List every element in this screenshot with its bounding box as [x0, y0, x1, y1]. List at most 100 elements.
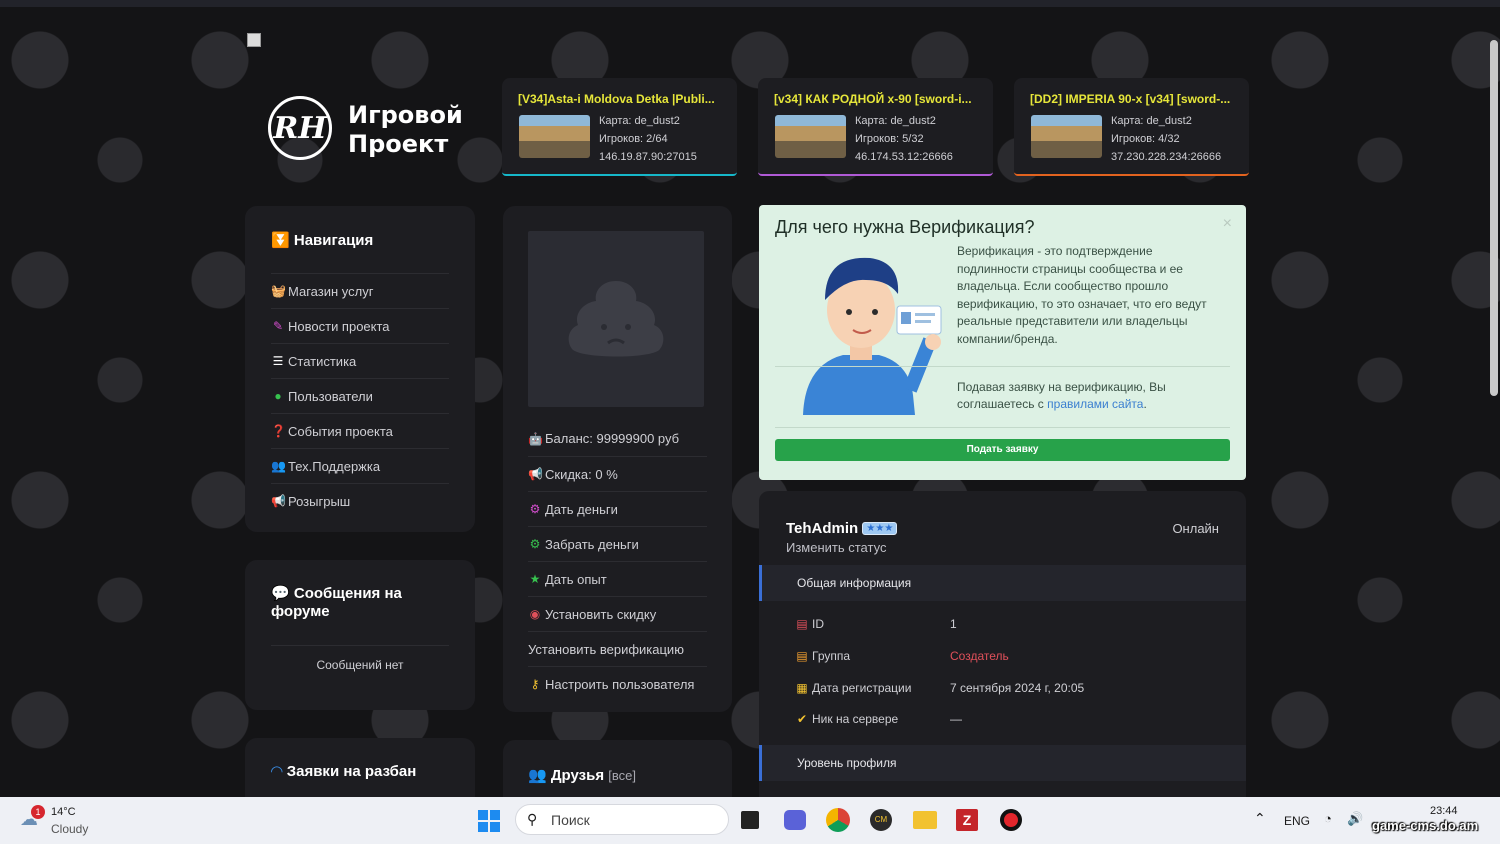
server-name[interactable]: [DD2] IMPERIA 90-x [v34] [sword-...: [1030, 92, 1233, 106]
nav-item-shop[interactable]: 🧺 Магазин услуг: [271, 273, 449, 308]
volume-icon[interactable]: 🔊: [1347, 811, 1363, 827]
server-name[interactable]: [v34] КАК РОДНОЙ x-90 [sword-i...: [774, 92, 977, 106]
basket-icon: 🧺: [271, 284, 286, 298]
record-icon[interactable]: [1000, 809, 1022, 831]
avatar-placeholder-icon: [568, 281, 664, 357]
calendar-icon: ▦: [796, 681, 808, 695]
weather-badge: 1: [31, 805, 45, 819]
divider: [775, 427, 1230, 428]
close-icon[interactable]: ×: [1223, 215, 1232, 233]
browser-top-strip: [0, 0, 1500, 7]
file-explorer-icon[interactable]: [913, 811, 937, 829]
nav-item-stats[interactable]: ☰ Статистика: [271, 343, 449, 378]
watermark: game-cms.do.am: [1372, 818, 1479, 833]
balance: 🤖 Баланс: 99999900 руб: [528, 431, 680, 446]
id-card-icon: ▤: [796, 617, 808, 631]
filezilla-icon[interactable]: Z: [956, 809, 978, 831]
windows-taskbar: ☁ 1 14°C Cloudy ⚲ Поиск CM Z ⌃ ENG ◔ 🔊 2…: [0, 797, 1500, 844]
megaphone-icon: 📢: [528, 467, 543, 481]
server-info: Карта: de_dust2 Игроков: 5/32 46.174.53.12…: [855, 115, 953, 163]
language-indicator[interactable]: ENG: [1284, 814, 1310, 828]
general-info-header[interactable]: Общая информация: [759, 565, 1246, 601]
users-icon: 👥: [528, 767, 547, 784]
friends-title: 👥 Друзья [все]: [528, 767, 636, 784]
star-icon: ★: [529, 572, 541, 586]
logo-mark: RH: [268, 96, 332, 160]
cm-app-icon[interactable]: CM: [870, 809, 892, 831]
navigation-panel: ⏬ Навигация 🧺 Магазин услуг ✎ Новости прое…: [245, 206, 475, 532]
chat-icon[interactable]: [784, 810, 806, 830]
profile-level-header[interactable]: Уровень профиля: [759, 745, 1246, 781]
site-logo[interactable]: RH Игровой Проект: [268, 96, 468, 166]
set-discount-link[interactable]: ◉ Установить скидку: [528, 596, 707, 631]
verification-illustration: [803, 257, 942, 415]
page-background: [0, 0, 1500, 797]
check-circle-icon: ✔: [796, 712, 808, 726]
question-icon: ❓: [271, 424, 286, 438]
navigation-title: ⏬ Навигация: [271, 232, 374, 249]
server-card[interactable]: [v34] КАК РОДНОЙ x-90 [sword-i... Карта:…: [758, 78, 993, 176]
rss-icon: ◠: [271, 763, 283, 780]
android-icon: 🤖: [528, 431, 543, 446]
admin-menu: 🤖 Баланс: 99999900 руб 📢 Скидка: 0 % ⚙ Дать…: [528, 421, 707, 701]
group-value: Создатель: [950, 649, 1009, 663]
forum-panel: 💬 Сообщения на форуме Сообщений нет: [245, 560, 475, 710]
list-icon: ☰: [272, 354, 284, 368]
profile-name: TehAdmin ★★★: [786, 520, 898, 537]
info-row-group: ▤ Группа Создатель: [796, 649, 1009, 663]
gear-icon: ⚙: [529, 537, 541, 551]
friends-all-link[interactable]: [все]: [608, 768, 636, 783]
server-name[interactable]: [V34]Asta-i Moldova Detka |Publi...: [518, 92, 721, 106]
submit-request-button[interactable]: Подать заявку: [775, 439, 1230, 461]
info-row-registered: ▦ Дата регистрации 7 сентября 2024 г, 20:0…: [796, 681, 1085, 695]
megaphone-icon: 📢: [271, 494, 286, 508]
server-card[interactable]: [V34]Asta-i Moldova Detka |Publi... Карт…: [502, 78, 737, 176]
magic-wand-icon: ✎: [272, 319, 284, 333]
nav-item-giveaway[interactable]: 📢 Розыгрыш: [271, 483, 449, 518]
verification-title: Для чего нужна Верификация?: [775, 217, 1035, 237]
chevrons-down-icon: ⏬: [271, 232, 290, 249]
map-thumbnail: [1031, 115, 1102, 158]
taskbar-search[interactable]: ⚲ Поиск: [515, 804, 729, 835]
info-row-id: ▤ ID 1: [796, 617, 957, 631]
divider: [775, 366, 1230, 367]
set-verification-link[interactable]: Установить верификацию: [528, 631, 707, 666]
site-rules-link[interactable]: правилами сайта: [1047, 397, 1143, 411]
weather-desc[interactable]: Cloudy: [51, 822, 88, 836]
navigation-list: 🧺 Магазин услуг ✎ Новости проекта ☰ Статист…: [271, 273, 449, 518]
forum-title: 💬 Сообщения на форуме: [271, 585, 402, 620]
verification-text: Верификация - это подтверждение подлинно…: [957, 244, 1207, 346]
user-actions-panel: 🤖 Баланс: 99999900 руб 📢 Скидка: 0 % ⚙ Дать…: [503, 206, 732, 712]
chevron-up-icon[interactable]: ⌃: [1254, 810, 1266, 827]
weather-temp[interactable]: 14°C: [51, 806, 76, 818]
comments-icon: 💬: [271, 585, 290, 602]
give-exp-link[interactable]: ★ Дать опыт: [528, 561, 707, 596]
forum-empty: Сообщений нет: [271, 645, 449, 672]
verification-agreement: Подавая заявку на верификацию, Вы соглаш…: [957, 380, 1166, 411]
nav-item-news[interactable]: ✎ Новости проекта: [271, 308, 449, 343]
nav-item-events[interactable]: ❓ События проекта: [271, 413, 449, 448]
give-money-link[interactable]: ⚙ Дать деньги: [528, 491, 707, 526]
online-status: Онлайн: [1172, 521, 1219, 536]
clock-time[interactable]: 23:44: [1430, 805, 1458, 817]
avatar[interactable]: [528, 231, 704, 407]
configure-user-link[interactable]: ⚷ Настроить пользователя: [528, 666, 707, 701]
wifi-icon[interactable]: ◔: [1324, 811, 1332, 826]
server-info: Карта: de_dust2 Игроков: 4/32 37.230.228.2…: [1111, 115, 1222, 163]
users-icon: 👥: [271, 459, 286, 473]
gear-icon: ⚙: [529, 502, 541, 516]
server-info: Карта: de_dust2 Игроков: 2/64 146.19.87.90…: [599, 115, 697, 163]
chrome-icon[interactable]: [826, 808, 850, 832]
change-status-link[interactable]: Изменить статус: [786, 540, 886, 555]
key-icon: ⚷: [530, 677, 540, 691]
page-scrollbar[interactable]: [1490, 40, 1498, 396]
unban-requests-title: ◠ Заявки на разбан: [271, 763, 417, 780]
nav-item-support[interactable]: 👥 Тех.Поддержка: [271, 448, 449, 483]
map-thumbnail: [775, 115, 846, 158]
task-view-icon[interactable]: [741, 811, 759, 829]
nav-item-users[interactable]: ● Пользователи: [271, 378, 449, 413]
server-card[interactable]: [DD2] IMPERIA 90-x [v34] [sword-... Карт…: [1014, 78, 1249, 176]
search-icon: ⚲: [527, 811, 538, 827]
take-money-link[interactable]: ⚙ Забрать деньги: [528, 526, 707, 561]
windows-start-icon[interactable]: [478, 810, 500, 832]
